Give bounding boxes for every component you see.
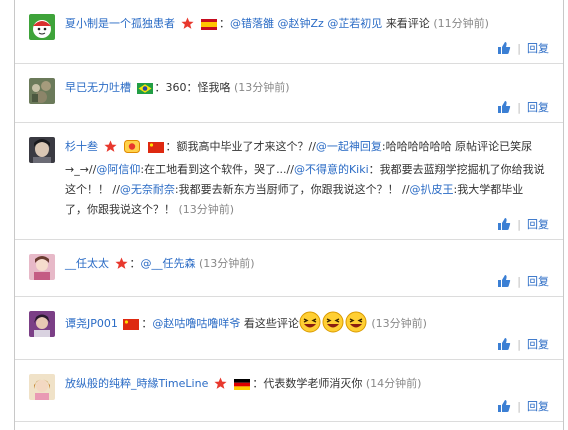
comment-actions: | 回复 [497,41,549,57]
china-flag-icon [123,317,140,337]
reply-link[interactable]: 回复 [527,218,549,231]
mention-link[interactable]: @赵咕噜咕噜咩爷 [152,317,240,330]
comment-text: 来看评论 [385,17,430,30]
comment-actions: | 回复 [497,274,549,290]
comment-body: 杉十叁 ：额我高中毕业了才来这个？//@一起神回复:哈哈哈哈哈哈 原帖评论已笑尿… [65,137,545,220]
laughing-face-icon [345,311,367,340]
mention-link[interactable]: @一起神回复 [316,140,382,153]
timestamp: (13分钟前) [178,203,235,216]
vip-badge-icon[interactable] [124,140,140,160]
comment-item: 放纵般的纯粹_時緣TimeLine ：代表数学老师消灭你 (14分钟前) | 回复 [15,360,563,422]
mention-link[interactable]: @__任先森 [141,257,196,270]
username-link[interactable]: 放纵般的纯粹_時緣TimeLine [65,377,208,390]
mention-link[interactable]: @扒皮王 [410,183,454,196]
username-link[interactable]: 夏小制是一个孤独患者 [65,17,175,30]
thumbs-up-icon[interactable] [497,41,511,60]
avatar[interactable] [29,374,55,400]
username-link[interactable]: 谭尧JP001 [65,317,118,330]
red-star-badge[interactable] [114,257,128,277]
comment-text: 看这些评论 [243,317,299,330]
mention-link[interactable]: @错落雒 [230,17,274,30]
mention-link[interactable]: @赵钟Zz [278,17,324,30]
action-separator: | [517,275,521,288]
comment-text: 360：怪我咯 [165,81,231,94]
brazil-flag-icon [136,81,153,101]
red-star-badge[interactable] [214,377,227,397]
colon: ： [141,317,153,330]
colon: ： [252,377,264,390]
comment-body: 夏小制是一个孤独患者 ：@错落雒 @赵钟Zz @芷若初见 来看评论 (11分钟前… [65,14,545,37]
colon: ： [154,81,166,94]
laughing-face-icon [299,311,321,340]
avatar[interactable] [29,137,55,163]
mention-link[interactable]: @无奈耐奈 [120,183,175,196]
mention-link[interactable]: @阿信仰 [96,163,140,176]
action-separator: | [517,101,521,114]
comment-text: :我都要去新东方当厨师了，你跟我说这个？！ // [174,183,410,196]
comment-actions: | 回复 [497,399,549,415]
spain-flag-icon [201,17,217,37]
thumbs-up-icon[interactable] [497,337,511,356]
reply-link[interactable]: 回复 [527,338,549,351]
timestamp: (13分钟前) [371,317,427,330]
comment-text: 代表数学老师消灭你 [263,377,363,390]
username-link[interactable]: 杉十叁 [65,140,98,153]
reply-link[interactable]: 回复 [527,275,549,288]
thumbs-up-icon[interactable] [497,100,511,119]
laughing-face-icon [322,311,344,340]
comment-body: 早已无力吐槽 ：360：怪我咯 (13分钟前) [65,78,545,101]
comment-actions: | 回复 [497,100,549,116]
timestamp: (14分钟前) [365,377,422,390]
reply-link[interactable]: 回复 [527,42,549,55]
red-star-badge[interactable] [103,140,117,160]
comment-text: :在工地看到这个软件，哭了...// [140,163,294,176]
comment-item: 早已无力吐槽 ：360：怪我咯 (13分钟前) | 回复 [15,64,563,123]
comment-body: 谭尧JP001 ：@赵咕噜咕噜咩爷 看这些评论 (13分钟前) [65,311,545,340]
china-flag-icon [147,140,164,160]
avatar[interactable] [29,78,55,104]
timestamp: (11分钟前) [433,17,489,30]
comment-actions: | 回复 [497,217,549,233]
red-star-badge[interactable] [180,17,194,37]
action-separator: | [517,218,521,231]
colon: ： [219,17,230,30]
thumbs-up-icon[interactable] [497,399,511,418]
comment-body: 放纵般的纯粹_時緣TimeLine ：代表数学老师消灭你 (14分钟前) [65,374,545,397]
reply-link[interactable]: 回复 [527,400,549,413]
colon: ： [129,257,141,270]
comment-actions: | 回复 [497,337,549,353]
avatar[interactable] [29,14,55,40]
germany-flag-icon [234,377,251,397]
comment-text: 额我高中毕业了才来这个？// [176,140,316,153]
mention-link[interactable]: @芷若初见 [327,17,382,30]
comment-item: 杉十叁 ：额我高中毕业了才来这个？//@一起神回复:哈哈哈哈哈哈 原帖评论已笑尿… [15,123,563,240]
avatar[interactable] [29,311,55,337]
comment-item: 谭尧JP001 ：@赵咕噜咕噜咩爷 看这些评论 (13分钟前) | 回复 [15,297,563,360]
username-link[interactable]: __任太太 [65,257,109,270]
colon: ： [165,140,177,153]
comment-body: __任太太 ：@__任先森 (13分钟前) [65,254,545,277]
comment-item: __任太太 ：@__任先森 (13分钟前) | 回复 [15,240,563,297]
action-separator: | [517,42,521,55]
username-link[interactable]: 早已无力吐槽 [65,81,131,94]
reply-link[interactable]: 回复 [527,101,549,114]
avatar[interactable] [29,254,55,280]
action-separator: | [517,338,521,351]
mention-link[interactable]: @不得意的Kiki [294,163,369,176]
timestamp: (13分钟前) [234,81,290,94]
comment-item: 夏小制是一个孤独患者 ：@错落雒 @赵钟Zz @芷若初见 来看评论 (11分钟前… [15,0,563,64]
timestamp: (13分钟前) [199,257,255,270]
thumbs-up-icon[interactable] [497,217,511,236]
action-separator: | [517,400,521,413]
thumbs-up-icon[interactable] [497,274,511,293]
